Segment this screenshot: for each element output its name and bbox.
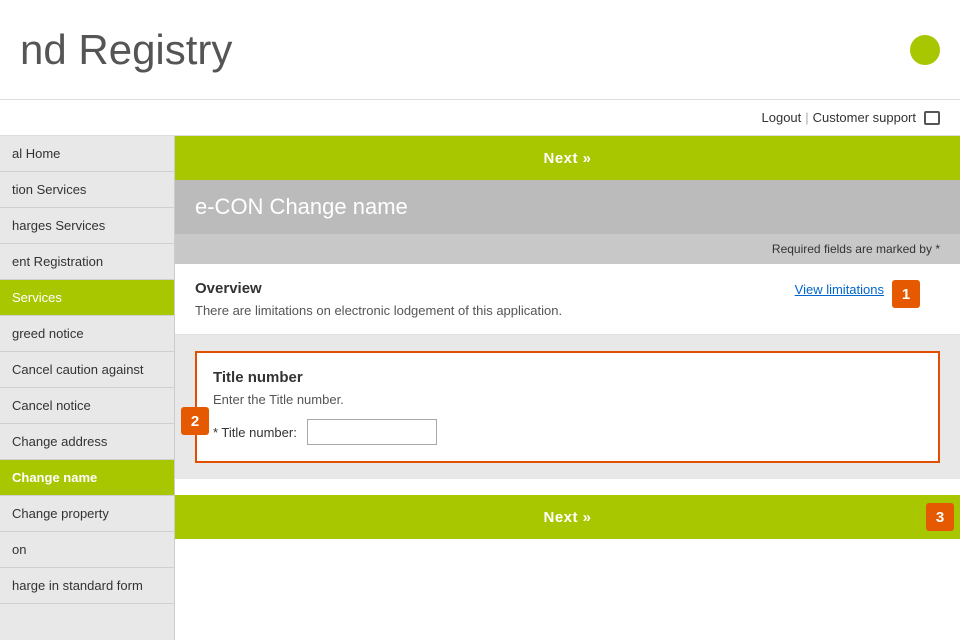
- sidebar-item-ent-registration[interactable]: ent Registration: [0, 244, 174, 280]
- sidebar-item-tion-services[interactable]: tion Services: [0, 172, 174, 208]
- sidebar-item-portal-home[interactable]: al Home: [0, 136, 174, 172]
- map-background: [175, 560, 960, 640]
- title-number-label: * Title number:: [213, 425, 297, 440]
- title-number-instruction: Enter the Title number.: [213, 392, 922, 407]
- next-button-bottom[interactable]: Next »: [519, 501, 615, 534]
- top-toolbar: Next »: [175, 136, 960, 180]
- annotation-badge-3: 3: [926, 503, 954, 531]
- sidebar-item-change-property[interactable]: Change property: [0, 496, 174, 532]
- sidebar-item-harge-standard[interactable]: harge in standard form: [0, 568, 174, 604]
- annotation-badge-1: 1: [892, 280, 920, 308]
- layout: al Home tion Services harges Services en…: [0, 136, 960, 640]
- required-text: Required fields are marked by *: [772, 242, 940, 256]
- sidebar: al Home tion Services harges Services en…: [0, 136, 175, 640]
- header-logo: [910, 35, 940, 65]
- top-nav: Logout | Customer support: [0, 100, 960, 136]
- logout-link[interactable]: Logout: [762, 110, 802, 125]
- overview-content: Overview There are limitations on electr…: [195, 280, 562, 318]
- sidebar-item-cancel-notice[interactable]: Cancel notice: [0, 388, 174, 424]
- title-number-section: Title number Enter the Title number. * T…: [195, 351, 940, 463]
- overview-heading: Overview: [195, 280, 562, 297]
- overview-description: There are limitations on electronic lodg…: [195, 303, 562, 318]
- view-limitations-button[interactable]: View limitations: [795, 280, 884, 297]
- sidebar-item-charges-services[interactable]: harges Services: [0, 208, 174, 244]
- title-number-heading: Title number: [213, 369, 922, 386]
- next-button-top[interactable]: Next »: [519, 142, 615, 175]
- monitor-icon: [924, 111, 940, 125]
- sidebar-item-services-header[interactable]: Services: [0, 280, 174, 316]
- page-title: e-CON Change name: [195, 194, 940, 220]
- nav-separator: |: [805, 110, 808, 125]
- bottom-toolbar: Next » 3: [175, 495, 960, 539]
- title-section-wrapper: 2 Title number Enter the Title number. *…: [175, 335, 960, 479]
- customer-support-link[interactable]: Customer support: [813, 110, 916, 125]
- sidebar-item-change-address[interactable]: Change address: [0, 424, 174, 460]
- sidebar-item-on[interactable]: on: [0, 532, 174, 568]
- main-content: Next » e-CON Change name Required fields…: [175, 136, 960, 640]
- overview-container: Overview There are limitations on electr…: [175, 264, 960, 335]
- sidebar-item-agreed-notice[interactable]: greed notice: [0, 316, 174, 352]
- title-field-row: * Title number:: [213, 419, 922, 445]
- title-number-input[interactable]: [307, 419, 437, 445]
- header: nd Registry: [0, 0, 960, 100]
- top-nav-links: Logout | Customer support: [762, 110, 940, 125]
- page-title-bar: e-CON Change name: [175, 180, 960, 234]
- annotation-badge-2: 2: [181, 407, 209, 435]
- header-right: [910, 35, 940, 65]
- overview-section: Overview There are limitations on electr…: [175, 264, 960, 335]
- header-title: nd Registry: [20, 26, 232, 74]
- required-fields-bar: Required fields are marked by *: [175, 234, 960, 264]
- sidebar-item-change-name[interactable]: Change name: [0, 460, 174, 496]
- sidebar-item-cancel-caution[interactable]: Cancel caution against: [0, 352, 174, 388]
